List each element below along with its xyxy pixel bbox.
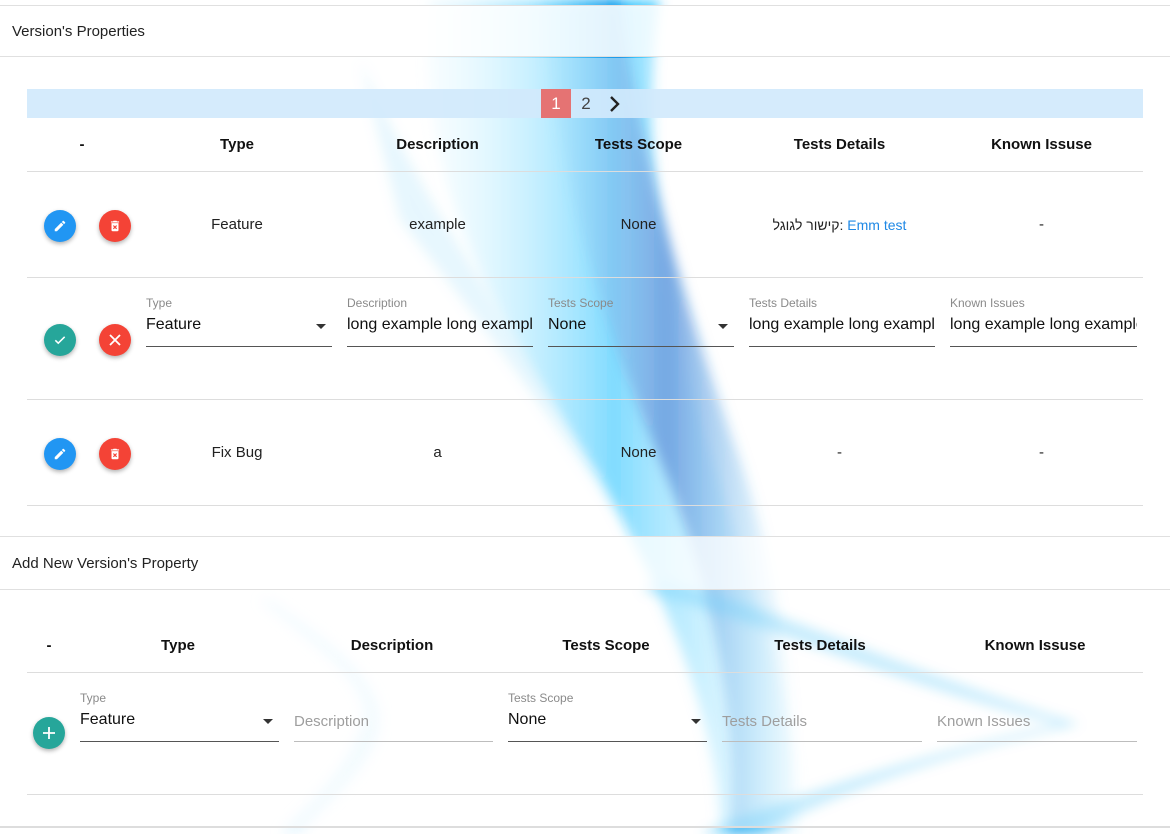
cell-type: Feature <box>211 216 263 233</box>
column-header-tests-details: Tests Details <box>774 637 866 654</box>
type-value: Feature <box>80 711 136 728</box>
page-1-button[interactable]: 1 <box>541 89 571 118</box>
save-button[interactable] <box>44 324 76 356</box>
tests-scope-label: Tests Scope <box>548 296 614 310</box>
caret-down-icon <box>316 324 326 329</box>
cell-description: a <box>433 444 442 461</box>
cell-tests-details: קישור לגוגל: Emm test <box>739 172 940 277</box>
delete-icon <box>110 220 120 232</box>
chevron-right-icon[interactable] <box>601 89 629 118</box>
section-title: Version's Properties <box>12 22 145 40</box>
add-property-header: Add New Version's Property <box>0 536 1170 590</box>
versions-properties-header: Version's Properties <box>0 5 1170 57</box>
cell-known-issue: - <box>1039 216 1044 233</box>
section-title: Add New Version's Property <box>12 554 199 572</box>
description-label: Description <box>347 296 408 310</box>
tests-details-placeholder: Tests Details <box>722 713 808 730</box>
add-button[interactable] <box>33 717 65 749</box>
known-issues-value: long example long example <box>950 316 1137 333</box>
tests-details-label: Tests Details <box>749 296 818 310</box>
pagination: 1 2 <box>27 89 1143 118</box>
delete-button[interactable] <box>99 210 131 242</box>
cell-tests-details: - <box>837 444 842 461</box>
new-known-issues-input[interactable]: Known Issues <box>937 691 1137 747</box>
caret-down-icon <box>263 719 273 724</box>
cell-type: Fix Bug <box>211 444 263 461</box>
tests-details-prefix: קישור לגוגל: <box>772 216 844 233</box>
page-2-button[interactable]: 2 <box>571 89 601 118</box>
type-value: Feature <box>146 316 202 333</box>
add-form-row: Type Feature Description Tests Scope Non… <box>27 673 1143 795</box>
column-header-known-issue: Known Issuse <box>991 136 1092 153</box>
new-tests-details-input[interactable]: Tests Details <box>722 691 922 747</box>
edit-button[interactable] <box>44 438 76 470</box>
tests-scope-value: None <box>508 711 547 728</box>
table-row: Fix Bug a None - - <box>27 400 1143 506</box>
delete-icon <box>110 448 120 460</box>
edit-icon <box>54 220 66 232</box>
known-issues-placeholder: Known Issues <box>937 713 1031 730</box>
caret-down-icon <box>718 324 728 329</box>
delete-button[interactable] <box>99 438 131 470</box>
known-issues-input[interactable]: Known Issues long example long example <box>950 296 1137 352</box>
cell-known-issue: - <box>1039 444 1044 461</box>
properties-table-header: - Type Description Tests Scope Tests Det… <box>27 118 1143 172</box>
new-description-input[interactable]: Description <box>294 691 493 747</box>
column-header-actions: - <box>46 637 52 654</box>
check-icon <box>54 336 66 345</box>
cancel-button[interactable] <box>99 324 131 356</box>
description-value: long example long example <box>347 316 533 333</box>
new-tests-scope-select[interactable]: Tests Scope None <box>508 691 707 747</box>
description-placeholder: Description <box>294 713 370 730</box>
type-label: Type <box>146 296 173 310</box>
bottom-divider <box>0 826 1170 828</box>
column-header-actions: - <box>79 136 85 153</box>
column-header-tests-scope: Tests Scope <box>562 637 650 654</box>
caret-down-icon <box>691 719 701 724</box>
cell-tests-scope: None <box>620 444 657 461</box>
edit-icon <box>54 448 66 460</box>
column-header-known-issue: Known Issuse <box>984 637 1086 654</box>
column-header-type: Type <box>161 637 195 654</box>
new-type-select[interactable]: Type Feature <box>80 691 279 747</box>
table-row: Feature example None קישור לגוגל: Emm te… <box>27 172 1143 278</box>
cell-tests-scope: None <box>620 216 657 233</box>
column-header-tests-details: Tests Details <box>793 136 886 153</box>
add-table-header: - Type Description Tests Scope Tests Det… <box>27 619 1143 673</box>
edit-button[interactable] <box>44 210 76 242</box>
column-header-tests-scope: Tests Scope <box>594 136 683 153</box>
column-header-type: Type <box>220 136 254 153</box>
description-input[interactable]: Description long example long example <box>347 296 533 352</box>
tests-scope-select[interactable]: Tests Scope None <box>548 296 734 352</box>
cancel-icon <box>109 334 121 346</box>
table-row-editing: Type Feature Description long example lo… <box>27 278 1143 400</box>
column-header-description: Description <box>396 136 479 153</box>
tests-scope-label: Tests Scope <box>508 691 574 705</box>
tests-details-value: long example long example <box>749 316 935 333</box>
tests-scope-value: None <box>548 316 587 333</box>
cell-description: example <box>409 216 466 233</box>
column-header-description: Description <box>350 637 434 654</box>
known-issues-label: Known Issues <box>950 296 1025 310</box>
tests-details-link[interactable]: Emm test <box>847 217 906 233</box>
plus-icon <box>43 727 55 739</box>
type-label: Type <box>80 691 107 705</box>
type-select[interactable]: Type Feature <box>146 296 332 352</box>
tests-details-input[interactable]: Tests Details long example long example <box>749 296 935 352</box>
